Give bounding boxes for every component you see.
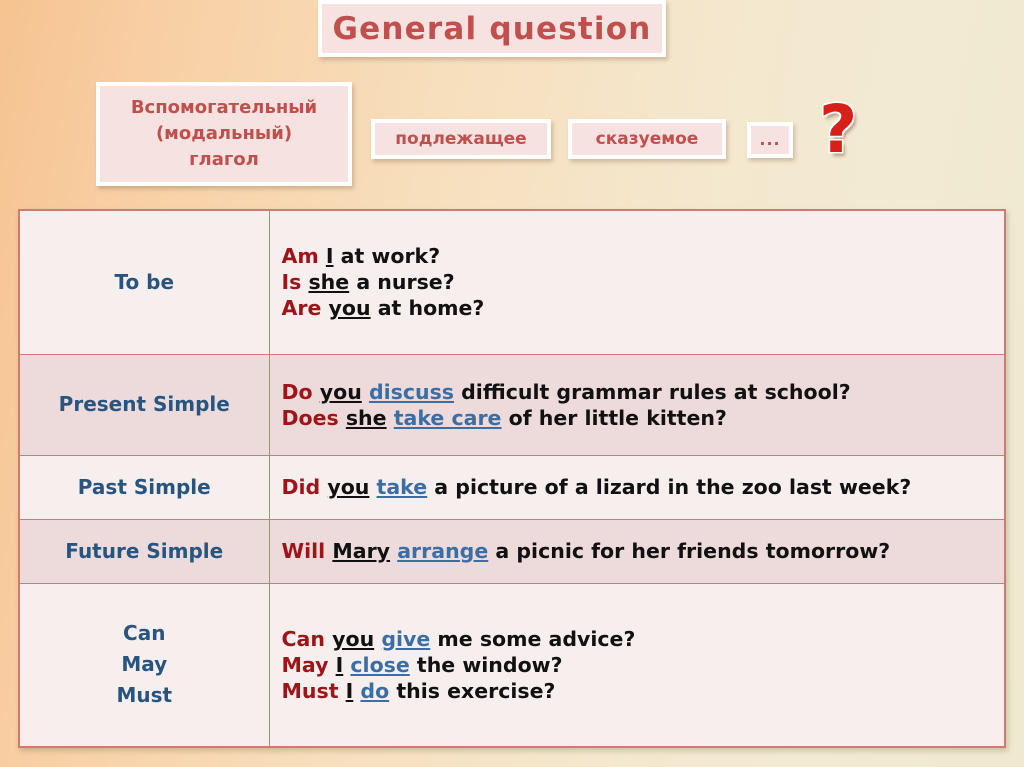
auxiliary-verb: May bbox=[281, 652, 329, 677]
predicate-chip-label: сказуемое bbox=[595, 129, 699, 149]
auxiliary-verb: Is bbox=[281, 270, 302, 295]
auxiliary-verb: Did bbox=[281, 475, 321, 500]
subject-word: I bbox=[345, 678, 354, 703]
example-sentences-cell: Do you discuss difficult grammar rules a… bbox=[269, 354, 1005, 455]
example-sentences-cell: Can you give me some advice? May I close … bbox=[269, 583, 1005, 747]
subject-word: I bbox=[325, 243, 334, 268]
predicate-word: do bbox=[360, 678, 390, 703]
example-sentences-cell: Am I at work? Is she a nurse? Are you at h… bbox=[269, 210, 1005, 354]
sentence-remainder: a nurse? bbox=[349, 270, 455, 295]
sentence-remainder: a picture of a lizard in the zoo last we… bbox=[427, 475, 912, 500]
sentence-remainder: difficult grammar rules at school? bbox=[454, 379, 851, 404]
tense-label-line: To be bbox=[114, 269, 175, 294]
sentence-remainder: a picnic for her friends tomorrow? bbox=[488, 539, 891, 564]
grammar-table-body: To be Am I at work? Is she a nurse? Are you… bbox=[19, 210, 1005, 747]
question-mark-icon: ? bbox=[819, 91, 858, 168]
auxiliary-verb: Do bbox=[281, 379, 313, 404]
tense-label-line: Can bbox=[123, 621, 166, 646]
sentence-remainder: at home? bbox=[370, 296, 485, 321]
example-sentence: Can you give me some advice? bbox=[282, 626, 999, 652]
example-sentences-cell: Will Mary arrange a picnic for her frien… bbox=[269, 519, 1005, 583]
grammar-table: To be Am I at work? Is she a nurse? Are you… bbox=[18, 209, 1006, 748]
table-row: Future Simple Will Mary arrange a picnic … bbox=[19, 519, 1005, 584]
tense-label-line: May bbox=[121, 652, 168, 677]
example-sentence: Did you take a picture of a lizard in th… bbox=[282, 474, 999, 500]
auxiliary-verb-chip-label: Вспомогательный (модальный) глагол bbox=[131, 95, 317, 173]
aux-chip-line-2: (модальный) bbox=[155, 122, 293, 144]
subject-chip-label: подлежащее bbox=[395, 129, 527, 149]
auxiliary-verb: Does bbox=[281, 405, 339, 430]
sentence-remainder: the window? bbox=[409, 652, 563, 677]
tense-label-cell: Future Simple bbox=[19, 519, 270, 584]
tense-label-cell: Present Simple bbox=[19, 354, 270, 456]
example-sentence: Will Mary arrange a picnic for her frien… bbox=[282, 538, 999, 564]
slide-title-inner: General question bbox=[322, 4, 662, 53]
example-sentence: May I close the window? bbox=[282, 652, 999, 678]
tense-label-line: Future Simple bbox=[65, 538, 224, 563]
table-row: To be Am I at work? Is she a nurse? Are you… bbox=[19, 210, 1005, 355]
predicate-word: take bbox=[376, 475, 428, 500]
subject-word: she bbox=[308, 270, 350, 295]
tense-label-line: Present Simple bbox=[58, 392, 230, 417]
sentence-remainder: of her little kitten? bbox=[501, 405, 727, 430]
example-sentences-cell: Did you take a picture of a lizard in th… bbox=[269, 455, 1005, 519]
table-row: Past Simple Did you take a picture of a l… bbox=[19, 455, 1005, 520]
auxiliary-verb: Am bbox=[281, 243, 319, 268]
auxiliary-verb-chip-inner: Вспомогательный (модальный) глагол bbox=[100, 86, 348, 182]
tense-label-cell: To be bbox=[19, 210, 270, 355]
aux-chip-line-1: Вспомогательный bbox=[130, 96, 318, 118]
tense-label-cell: Past Simple bbox=[19, 455, 270, 520]
ellipsis-chip-label: ... bbox=[759, 130, 781, 150]
slide-title-box: General question bbox=[318, 0, 666, 57]
tense-label-cell: Can May Must bbox=[19, 583, 270, 747]
ellipsis-chip: ... bbox=[747, 122, 793, 158]
predicate-chip-inner: сказуемое bbox=[572, 123, 722, 155]
example-sentence: Does she take care of her little kitten? bbox=[282, 405, 999, 431]
predicate-word: close bbox=[350, 652, 410, 677]
sentence-remainder: at work? bbox=[333, 243, 441, 268]
page-title: General question bbox=[332, 10, 652, 47]
subject-word: you bbox=[327, 475, 370, 500]
example-sentence: Are you at home? bbox=[282, 295, 999, 321]
predicate-word: discuss bbox=[368, 379, 454, 404]
predicate-word: take care bbox=[393, 405, 502, 430]
subject-word: you bbox=[328, 296, 371, 321]
ellipsis-chip-inner: ... bbox=[751, 126, 789, 154]
example-sentence: Must I do this exercise? bbox=[282, 678, 999, 704]
example-sentence: Is she a nurse? bbox=[282, 269, 999, 295]
example-sentence: Do you discuss difficult grammar rules a… bbox=[282, 379, 999, 405]
table-row: Present Simple Do you discuss difficult g… bbox=[19, 354, 1005, 456]
tense-label-line: Past Simple bbox=[77, 474, 211, 499]
subject-word: Mary bbox=[332, 539, 391, 564]
subject-word: she bbox=[345, 405, 387, 430]
tense-label-line: Must bbox=[116, 683, 173, 708]
table-row: Can May Must Can you give me some advice? Ma… bbox=[19, 583, 1005, 747]
subject-word: you bbox=[332, 626, 375, 651]
aux-chip-line-3: глагол bbox=[189, 149, 259, 171]
auxiliary-verb: Are bbox=[281, 296, 322, 321]
subject-chip: подлежащее bbox=[371, 119, 551, 159]
subject-chip-inner: подлежащее bbox=[375, 123, 547, 155]
sentence-remainder: me some advice? bbox=[430, 626, 636, 651]
auxiliary-verb-chip: Вспомогательный (модальный) глагол bbox=[96, 82, 352, 186]
auxiliary-verb: Can bbox=[281, 626, 325, 651]
auxiliary-verb: Will bbox=[281, 539, 326, 564]
predicate-chip: сказуемое bbox=[568, 119, 726, 159]
predicate-word: give bbox=[381, 626, 431, 651]
auxiliary-verb: Must bbox=[281, 678, 339, 703]
subject-word: I bbox=[335, 652, 344, 677]
sentence-remainder: this exercise? bbox=[389, 678, 556, 703]
example-sentence: Am I at work? bbox=[282, 243, 999, 269]
predicate-word: arrange bbox=[397, 539, 489, 564]
subject-word: you bbox=[319, 379, 362, 404]
